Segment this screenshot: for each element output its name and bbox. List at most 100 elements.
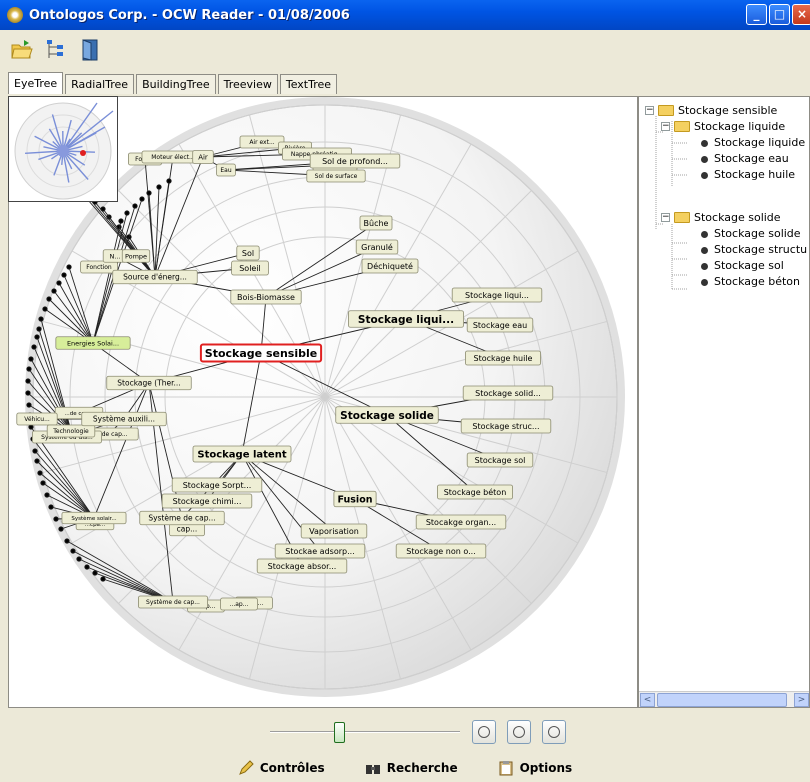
graph-node[interactable]: Stockage absor...: [256, 558, 348, 574]
scroll-thumb[interactable]: [657, 693, 787, 707]
options-button[interactable]: Options: [498, 760, 572, 776]
graph-node[interactable]: Stockae adsorp...: [274, 543, 366, 559]
graph-leaf-node[interactable]: [118, 218, 124, 224]
graph-leaf-node[interactable]: [38, 316, 44, 322]
scroll-right-button[interactable]: >: [794, 693, 809, 707]
graph-leaf-node[interactable]: [28, 424, 34, 430]
horizontal-scrollbar[interactable]: < >: [639, 691, 809, 707]
rotate-right-button[interactable]: [507, 720, 531, 744]
graph-node[interactable]: Air ext...: [239, 135, 285, 149]
graph-leaf-node[interactable]: [32, 448, 38, 454]
graph-node[interactable]: Stockage huile: [464, 350, 541, 366]
tree-panel[interactable]: − Stockage sensible − Stockage liquide S…: [638, 96, 810, 708]
tree-leaf-label[interactable]: Stockage sol: [714, 259, 784, 272]
graph-leaf-node[interactable]: [48, 504, 54, 510]
graph-node[interactable]: Stockage Sorpt...: [171, 477, 263, 493]
collapse-root-toggle[interactable]: −: [645, 106, 654, 115]
graph-leaf-node[interactable]: [25, 390, 31, 396]
minimize-button[interactable]: _: [746, 4, 767, 25]
center-view-button[interactable]: [542, 720, 566, 744]
graph-node[interactable]: Energies Solai...: [55, 336, 131, 350]
tab-buildingtree[interactable]: BuildingTree: [136, 74, 216, 94]
tree-leaf-label[interactable]: Stockage liquide: [714, 136, 805, 149]
graph-leaf-node[interactable]: [64, 538, 70, 544]
tree-leaf-label[interactable]: Stockage béton: [714, 275, 800, 288]
tree-leaf-label[interactable]: Stockage eau: [714, 152, 789, 165]
graph-node[interactable]: Granulé: [355, 239, 399, 255]
graph-node[interactable]: Pompe: [121, 249, 151, 263]
graph-leaf-node[interactable]: [53, 516, 59, 522]
graph-leaf-node[interactable]: [56, 280, 62, 286]
tree-leaf-label[interactable]: Stockage solide: [714, 227, 801, 240]
graph-leaf-node[interactable]: [156, 184, 162, 190]
graph-node[interactable]: Sol: [236, 245, 260, 261]
graph-leaf-node[interactable]: [146, 190, 152, 196]
graph-leaf-node[interactable]: [84, 564, 90, 570]
tree-view-icon[interactable]: [44, 38, 68, 62]
graph-leaf-node[interactable]: [26, 402, 32, 408]
scroll-left-button[interactable]: <: [640, 693, 655, 707]
graph-node[interactable]: Sol de profond...: [309, 153, 401, 169]
zoom-slider-thumb[interactable]: [334, 722, 345, 743]
close-button[interactable]: ×: [792, 4, 810, 25]
controls-button[interactable]: Contrôles: [238, 760, 325, 776]
graph-leaf-node[interactable]: [42, 306, 48, 312]
tree-root-label[interactable]: Stockage sensible: [678, 104, 777, 117]
graph-node[interactable]: Stockage liqui...: [348, 310, 464, 328]
graph-node[interactable]: Véhicu...: [16, 412, 58, 426]
rotate-left-button[interactable]: [472, 720, 496, 744]
graph-node[interactable]: Système solair...: [61, 511, 127, 525]
exit-door-icon[interactable]: [78, 38, 102, 62]
tree-group-label[interactable]: Stockage liquide: [694, 120, 785, 133]
graph-node[interactable]: Système auxili...: [81, 411, 167, 427]
tree-group-label[interactable]: Stockage solide: [694, 211, 781, 224]
graph-leaf-node[interactable]: [28, 356, 34, 362]
tree-leaf-label[interactable]: Stockage structu: [714, 243, 807, 256]
graph-node[interactable]: Système de cap...: [139, 510, 225, 526]
graph-leaf-node[interactable]: [46, 296, 52, 302]
graph-node[interactable]: Stocakge organ...: [415, 514, 507, 530]
graph-node[interactable]: Fusion: [333, 490, 377, 508]
graph-leaf-node[interactable]: [26, 366, 32, 372]
maximize-button[interactable]: □: [769, 4, 790, 25]
graph-leaf-node[interactable]: [34, 334, 40, 340]
overview-minimap[interactable]: [8, 96, 118, 202]
graph-node[interactable]: Stockage chimi...: [161, 493, 253, 509]
graph-leaf-node[interactable]: [70, 548, 76, 554]
graph-leaf-node[interactable]: [124, 210, 130, 216]
graph-node[interactable]: Stockage béton: [436, 484, 513, 500]
open-folder-icon[interactable]: [10, 38, 34, 62]
graph-leaf-node[interactable]: [166, 178, 172, 184]
graph-leaf-node[interactable]: [25, 378, 31, 384]
graph-leaf-node[interactable]: [37, 470, 43, 476]
tab-treeview[interactable]: Treeview: [217, 74, 278, 94]
graph-node[interactable]: Sol de surface: [306, 169, 366, 183]
graph-node[interactable]: Stockage liqui...: [451, 287, 543, 303]
search-button[interactable]: Recherche: [365, 760, 458, 776]
graph-node[interactable]: Déchiqueté: [361, 258, 419, 274]
tab-texttree[interactable]: TextTree: [279, 74, 338, 94]
tab-radialtree[interactable]: RadialTree: [65, 74, 135, 94]
focus-node[interactable]: Stockage sensible: [199, 343, 323, 363]
graph-leaf-node[interactable]: [139, 196, 145, 202]
graph-leaf-node[interactable]: [100, 576, 106, 582]
graph-node[interactable]: Stockage sol: [466, 452, 534, 468]
graph-node[interactable]: Source d'énerg...: [112, 269, 198, 285]
graph-node[interactable]: Technologie: [46, 424, 96, 438]
graph-leaf-node[interactable]: [34, 458, 40, 464]
graph-leaf-node[interactable]: [66, 264, 72, 270]
graph-leaf-node[interactable]: [92, 570, 98, 576]
graph-node[interactable]: Fonction: [80, 260, 118, 274]
graph-node[interactable]: Stockage latent: [192, 445, 292, 463]
zoom-slider-track[interactable]: [270, 731, 460, 733]
graph-node[interactable]: Stockage solid...: [462, 385, 554, 401]
graph-node[interactable]: Vaporisation: [300, 523, 368, 539]
graph-leaf-node[interactable]: [51, 288, 57, 294]
graph-node[interactable]: Stockage (Ther...: [106, 375, 192, 391]
graph-node[interactable]: Bois-Biomasse: [230, 289, 302, 305]
graph-node[interactable]: Soleil: [231, 260, 269, 276]
graph-leaf-node[interactable]: [44, 492, 50, 498]
graph-node[interactable]: Stockage solide: [335, 406, 439, 424]
graph-leaf-node[interactable]: [36, 326, 42, 332]
graph-leaf-node[interactable]: [132, 203, 138, 209]
